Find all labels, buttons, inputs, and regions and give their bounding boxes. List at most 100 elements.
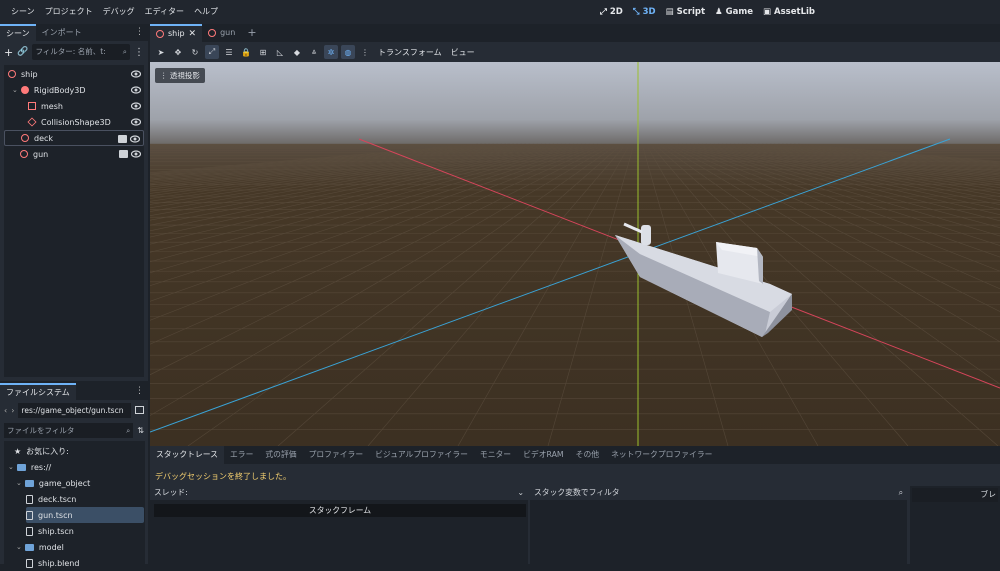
fs-item-game-object[interactable]: ⌄ game_object xyxy=(16,475,90,491)
menu-debug[interactable]: デバッグ xyxy=(98,0,140,24)
ruler-button[interactable]: ◺ xyxy=(273,45,287,59)
scene-tab-bar: ship ✕ gun + xyxy=(150,24,1000,42)
more-icon: ⋮ xyxy=(361,47,369,57)
dock-menu-icon[interactable]: ⋮ xyxy=(135,27,144,37)
scene-tab-ship[interactable]: ship ✕ xyxy=(150,24,203,42)
tab-video-ram[interactable]: ビデオRAM xyxy=(517,446,570,464)
open-scene-icon[interactable] xyxy=(118,135,127,143)
thread-select[interactable]: スレッド: ⌄ xyxy=(150,486,528,500)
folder-icon xyxy=(24,543,34,551)
tab-misc[interactable]: その他 xyxy=(570,446,605,464)
fs-item-gun-tscn[interactable]: gun.tscn xyxy=(26,507,144,523)
menu-project[interactable]: プロジェクト xyxy=(40,0,98,24)
node-label: deck xyxy=(34,133,54,143)
tab-import[interactable]: インポート xyxy=(36,24,88,41)
file-filter-input[interactable]: ファイルをフィルタ ⌕ xyxy=(4,422,134,438)
tab-visual-profiler[interactable]: ビジュアルプロファイラー xyxy=(369,446,474,464)
move-tool-button[interactable]: ✥ xyxy=(171,45,185,59)
scene-tab-gun[interactable]: gun xyxy=(202,24,241,42)
thread-label: スレッド: xyxy=(154,488,188,497)
add-scene-tab-button[interactable]: + xyxy=(241,24,262,42)
menu-help[interactable]: ヘルプ xyxy=(189,0,223,24)
visibility-eye-icon[interactable] xyxy=(131,117,141,127)
visibility-eye-icon[interactable] xyxy=(130,134,140,144)
tree-node-deck[interactable]: deck xyxy=(4,130,144,146)
sun-preview-button[interactable]: ✲ xyxy=(324,45,338,59)
open-scene-icon[interactable] xyxy=(119,150,128,158)
tree-node-gun[interactable]: gun xyxy=(4,146,144,162)
scene-dock-tabs: シーン インポート ⋮ xyxy=(0,24,148,41)
tab-network-profiler[interactable]: ネットワークプロファイラー xyxy=(605,446,718,464)
node3d-icon xyxy=(8,70,16,78)
screen-2d-button[interactable]: ⤢ 2D xyxy=(600,0,623,24)
thread-pane: スレッド: ⌄ xyxy=(150,486,528,564)
cube-icon: ◆ xyxy=(293,47,301,57)
tab-filesystem[interactable]: ファイルシステム xyxy=(0,383,76,400)
tab-monitors[interactable]: モニター xyxy=(474,446,517,464)
screen-3d-button[interactable]: ⤡ 3D xyxy=(633,0,656,24)
split-view-icon[interactable] xyxy=(135,406,144,414)
fs-item-model[interactable]: ⌄ model xyxy=(16,539,64,555)
select-tool-button[interactable]: ➤ xyxy=(154,45,168,59)
screen-assetlib-button[interactable]: ▣ AssetLib xyxy=(763,0,815,24)
sort-icon[interactable]: ⇅ xyxy=(137,426,144,435)
tab-profiler[interactable]: プロファイラー xyxy=(303,446,370,464)
rotate-icon: ↻ xyxy=(191,47,199,57)
tab-evaluator[interactable]: 式の評価 xyxy=(259,446,302,464)
fs-item-res[interactable]: ⌄ res:// xyxy=(8,459,51,475)
collision-shape-icon xyxy=(27,117,37,127)
stack-variable-filter[interactable]: スタック変数でフィルタ ⌕ xyxy=(530,486,907,500)
tree-node-rigidbody3d[interactable]: ⌄ RigidBody3D xyxy=(4,82,144,98)
screen-script-button[interactable]: ▤ Script xyxy=(666,0,705,24)
scene-filter-input[interactable]: フィルター: 名前、t: ⌕ xyxy=(32,44,130,60)
path-field[interactable]: res://game_object/gun.tscn xyxy=(18,402,131,418)
file-filter-placeholder: ファイルをフィルタ xyxy=(7,425,75,435)
list-select-button[interactable]: ☰ xyxy=(222,45,236,59)
add-node-icon[interactable]: + xyxy=(4,46,13,59)
link-icon[interactable]: 🔗 xyxy=(17,47,28,57)
chevron-down-icon[interactable]: ⌄ xyxy=(12,86,18,94)
node3d-icon xyxy=(21,134,29,142)
scale-tool-button[interactable]: ⤢ xyxy=(205,45,219,59)
snap-button[interactable]: ⩓ xyxy=(307,45,321,59)
lock-button[interactable]: 🔒 xyxy=(239,45,253,59)
tree-node-collisionshape3d[interactable]: CollisionShape3D xyxy=(4,114,144,130)
group-button[interactable]: ⊞ xyxy=(256,45,270,59)
chevron-down-icon: ⌄ xyxy=(517,488,524,497)
rotate-tool-button[interactable]: ↻ xyxy=(188,45,202,59)
menu-scene[interactable]: シーン xyxy=(6,0,40,24)
transform-menu[interactable]: トランスフォーム xyxy=(375,47,445,58)
tree-node-mesh[interactable]: mesh xyxy=(4,98,144,114)
visibility-eye-icon[interactable] xyxy=(131,69,141,79)
tab-stack-trace[interactable]: スタックトレース xyxy=(150,446,224,464)
screen-game-button[interactable]: ♟ Game xyxy=(715,0,753,24)
node3d-icon xyxy=(208,29,217,37)
tab-errors[interactable]: エラー xyxy=(224,446,259,464)
breakpoints-button[interactable]: ブレ xyxy=(912,488,998,502)
more-options-button[interactable]: ⋮ xyxy=(358,45,372,59)
back-arrow-icon[interactable]: ‹ xyxy=(4,406,7,415)
close-icon[interactable]: ✕ xyxy=(189,26,197,42)
chevron-down-icon: ⌄ xyxy=(16,479,22,487)
list-icon: ☰ xyxy=(225,47,233,57)
tab-scene[interactable]: シーン xyxy=(0,24,36,41)
visibility-eye-icon[interactable] xyxy=(131,149,141,159)
debugger-panel: スタックトレース エラー 式の評価 プロファイラー ビジュアルプロファイラー モ… xyxy=(150,446,1000,564)
forward-arrow-icon[interactable]: › xyxy=(11,406,14,415)
fs-item-deck-tscn[interactable]: deck.tscn xyxy=(26,491,76,507)
environment-preview-button[interactable]: ◍ xyxy=(341,45,355,59)
fs-item-ship-blend[interactable]: ship.blend xyxy=(26,555,79,571)
tree-node-ship[interactable]: ship xyxy=(4,66,144,82)
dock-menu-icon[interactable]: ⋮ xyxy=(135,386,144,396)
favorites-item[interactable]: ★ お気に入り: xyxy=(14,443,69,459)
fs-item-ship-tscn[interactable]: ship.tscn xyxy=(26,523,74,539)
view-menu[interactable]: ビュー xyxy=(448,47,478,58)
more-icon[interactable]: ⋮ xyxy=(134,47,144,58)
menu-editor[interactable]: エディター xyxy=(140,0,189,24)
visibility-eye-icon[interactable] xyxy=(131,85,141,95)
3d-viewport[interactable]: ⋮ 透視投影 xyxy=(150,62,1000,446)
script-icon: ▤ xyxy=(665,7,674,17)
visibility-eye-icon[interactable] xyxy=(131,101,141,111)
local-space-button[interactable]: ◆ xyxy=(290,45,304,59)
perspective-menu-button[interactable]: ⋮ 透視投影 xyxy=(155,68,205,83)
